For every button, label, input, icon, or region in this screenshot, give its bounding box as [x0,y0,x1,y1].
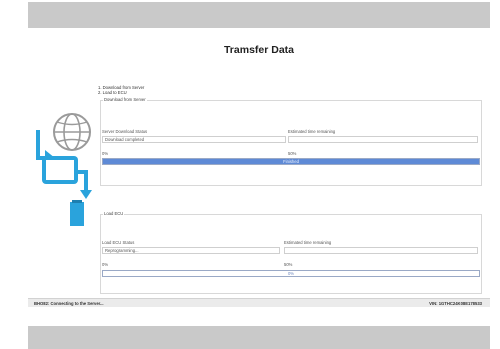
load-progress-bar: 0% [102,270,480,277]
vin-label: VIN: 1GTHC24K08E178533 [429,301,482,306]
download-time-label: Estimated time remaining [288,129,336,134]
download-group-title: Download from Server [103,97,147,102]
load-progress-text: 0% [287,271,295,276]
tablet-icon [42,156,78,184]
load-ecu-group-title: Load ECU [103,211,125,216]
download-time-field [288,136,478,143]
server-download-status-label: Server Download Status [102,129,148,134]
download-status-field: Download completed [102,136,286,143]
download-progress-bar: Finished [102,158,480,165]
globe-icon [53,113,91,151]
step-load: 2. Load to ECU [98,90,127,95]
ecu-module-icon [70,200,84,226]
load-status-field: Reprogramming... [102,247,280,254]
arrow-right-icon [78,170,92,199]
transfer-data-window: Tramsfer Data 1. Download from Server 2. [28,28,490,341]
step-list: 1. Download from Server 2. Load to ECU [98,85,144,95]
download-progress-text: Finished [283,159,299,164]
load-time-field [284,247,478,254]
window-title: Tramsfer Data [223,44,295,56]
load-pct-start: 0% [102,262,109,267]
download-group [100,100,482,186]
load-ecu-group [100,214,482,294]
load-pct-mid: 50% [284,262,293,267]
top-band [28,2,490,28]
download-pct-mid: 50% [288,151,297,156]
load-time-label: Estimated time remaining [284,240,332,245]
transfer-illustration [36,113,92,226]
bottom-band [28,326,490,349]
status-message: BHO82: Connecting to the Server... [34,301,104,306]
status-bar: BHO82: Connecting to the Server... VIN: … [28,298,490,307]
load-ecu-status-label: Load ECU Status [102,240,135,245]
download-pct-start: 0% [102,151,109,156]
